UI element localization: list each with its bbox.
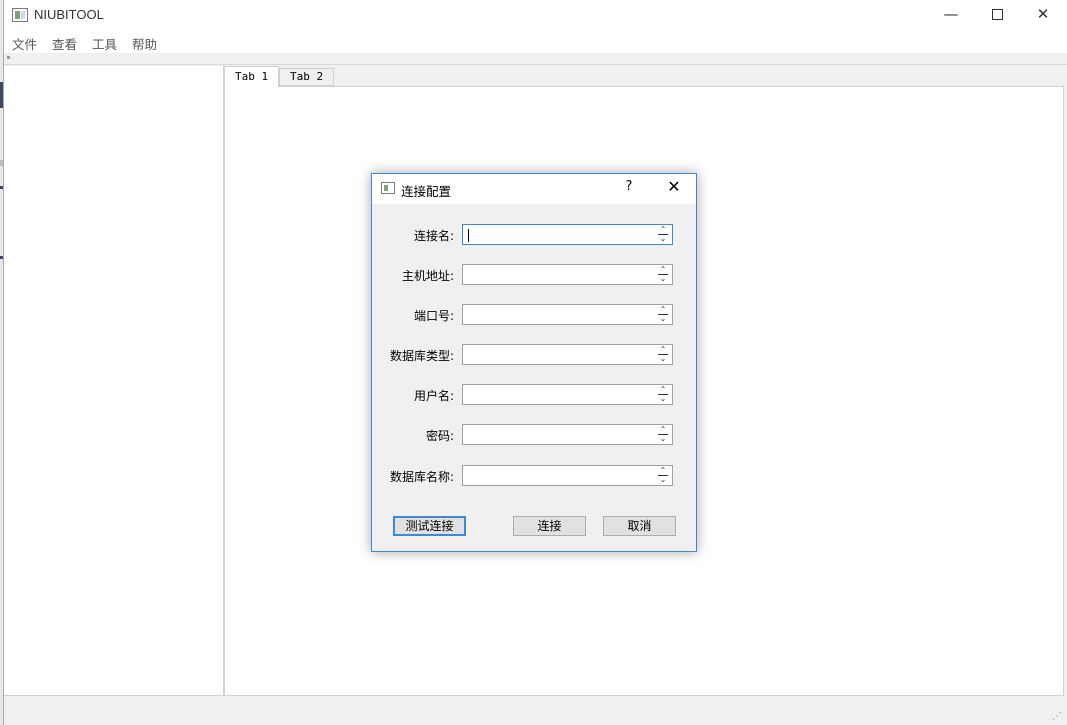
side-panel[interactable] [4,66,224,696]
chevron-up-icon[interactable]: ⌃ [657,386,669,394]
app-icon [12,8,28,22]
db-type-combo[interactable]: ⌃ ⌄ [462,344,673,365]
password-spinner[interactable]: ⌃ ⌄ [655,426,671,443]
form-row-port: 端口号: ⌃ ⌄ [372,304,696,326]
cancel-button[interactable]: 取消 [603,516,676,536]
dialog-help-button[interactable]: ? [620,179,638,194]
text-caret [468,229,469,242]
host-spinner[interactable]: ⌃ ⌄ [655,266,671,283]
chevron-down-icon[interactable]: ⌄ [657,275,669,283]
connect-button[interactable]: 连接 [513,516,586,536]
menu-help[interactable]: 帮助 [132,34,157,53]
db-name-label: 数据库名称: [389,470,454,484]
password-combo[interactable]: ⌃ ⌄ [462,424,673,445]
db-name-combo[interactable]: ⌃ ⌄ [462,465,673,486]
port-spinner[interactable]: ⌃ ⌄ [655,306,671,323]
db-name-spinner[interactable]: ⌃ ⌄ [655,467,671,484]
chevron-down-icon[interactable]: ⌄ [657,395,669,403]
username-spinner[interactable]: ⌃ ⌄ [655,386,671,403]
chevron-up-icon[interactable]: ⌃ [657,467,669,475]
menu-file[interactable]: 文件 [12,34,37,53]
window-title: NIUBITOOL [34,7,104,22]
chevron-down-icon[interactable]: ⌄ [657,435,669,443]
port-combo[interactable]: ⌃ ⌄ [462,304,673,325]
dialog-icon [381,182,395,194]
status-bar: ⋰ [4,697,1067,725]
connection-name-label: 连接名: [413,229,454,243]
form-row-password: 密码: ⌃ ⌄ [372,424,696,446]
maximize-button[interactable] [974,0,1020,31]
connection-name-combo[interactable]: ⌃ ⌄ [462,224,673,245]
dialog-title: 连接配置 [401,184,452,199]
connection-config-dialog: 连接配置 ? ✕ 连接名: ⌃ ⌄ 主机地址: ⌃ ⌄ 端口号: ⌃ ⌄ 数据库类型:… [371,173,697,552]
maximize-icon [991,9,1003,20]
password-label: 密码: [425,429,454,443]
form-row-host: 主机地址: ⌃ ⌄ [372,264,696,286]
port-label: 端口号: [413,309,454,323]
tab-2[interactable]: Tab 2 [279,68,335,86]
chevron-up-icon[interactable]: ⌃ [657,346,669,354]
db-type-spinner[interactable]: ⌃ ⌄ [655,346,671,363]
menu-tools[interactable]: 工具 [92,34,117,53]
form-row-connection-name: 连接名: ⌃ ⌄ [372,224,696,246]
menu-view[interactable]: 查看 [52,34,77,53]
tab-1[interactable]: Tab 1 [224,66,280,87]
username-combo[interactable]: ⌃ ⌄ [462,384,673,405]
connection-name-spinner[interactable]: ⌃ ⌄ [655,226,671,243]
form-row-db-type: 数据库类型: ⌃ ⌄ [372,344,696,366]
chevron-up-icon[interactable]: ⌃ [657,226,669,234]
username-label: 用户名: [413,389,454,403]
menu-bar: 文件 查看 工具 帮助 [4,31,1067,53]
size-grip-icon[interactable]: ⋰ [1052,711,1062,722]
chevron-up-icon[interactable]: ⌃ [657,306,669,314]
chevron-down-icon[interactable]: ⌄ [657,476,669,484]
dialog-title-bar: 连接配置 ? ✕ [372,174,696,204]
host-combo[interactable]: ⌃ ⌄ [462,264,673,285]
test-connection-button[interactable]: 测试连接 [393,516,466,536]
chevron-up-icon[interactable]: ⌃ [657,266,669,274]
close-button[interactable]: ✕ [1020,0,1066,31]
form-row-db-name: 数据库名称: ⌃ ⌄ [372,465,696,487]
toolbar [4,53,1067,65]
title-bar: NIUBITOOL — ✕ [4,0,1067,31]
dialog-close-button[interactable]: ✕ [664,177,684,196]
chevron-down-icon[interactable]: ⌄ [657,355,669,363]
host-label: 主机地址: [401,269,454,283]
chevron-down-icon[interactable]: ⌄ [657,235,669,243]
chevron-up-icon[interactable]: ⌃ [657,426,669,434]
toolbar-grip-icon[interactable] [7,56,10,59]
form-row-username: 用户名: ⌃ ⌄ [372,384,696,406]
chevron-down-icon[interactable]: ⌄ [657,315,669,323]
db-type-label: 数据库类型: [389,349,454,363]
minimize-button[interactable]: — [928,0,974,31]
